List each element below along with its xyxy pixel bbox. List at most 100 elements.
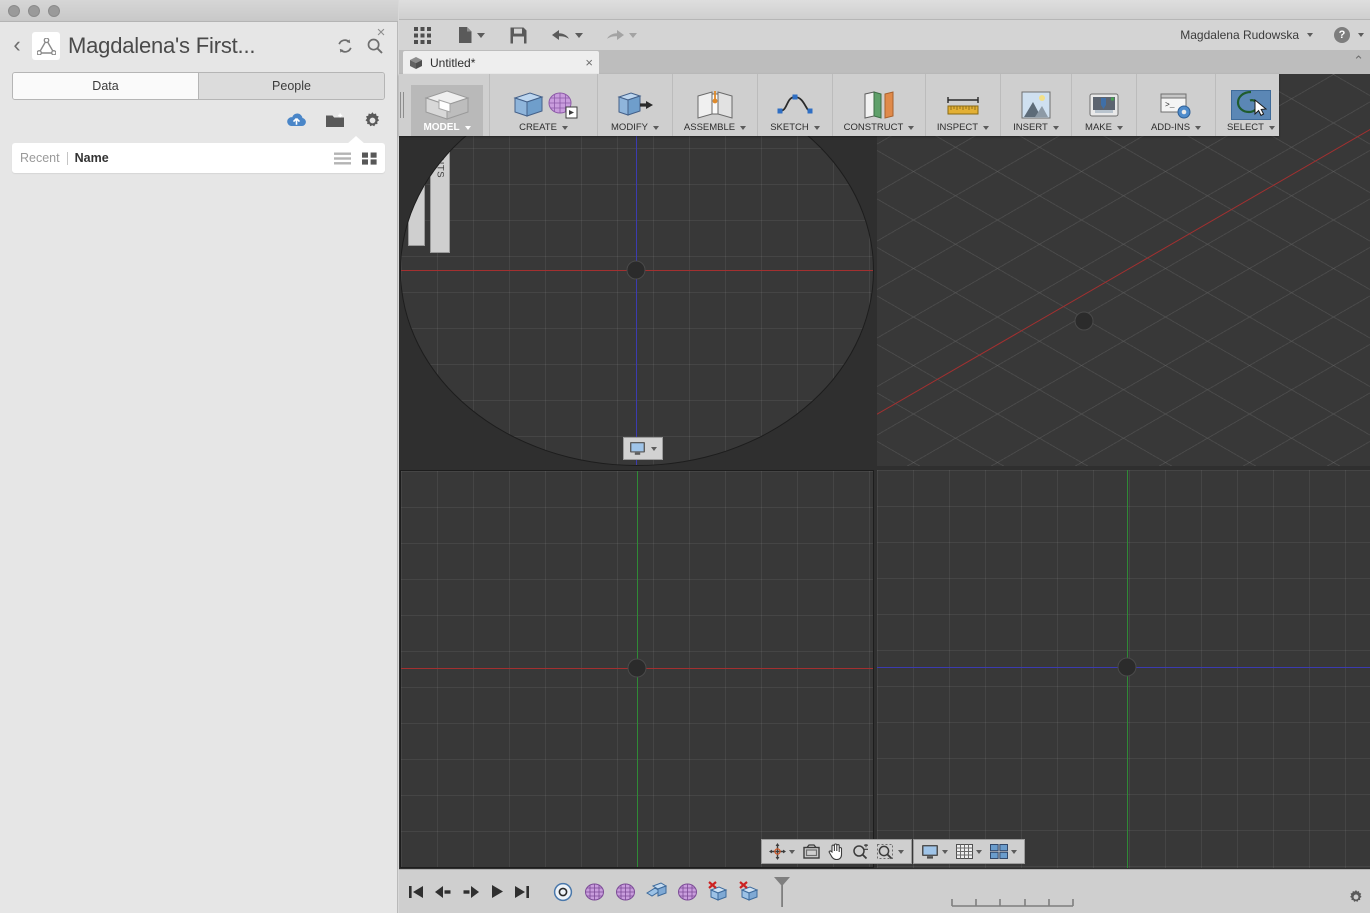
timeline-bar bbox=[399, 869, 1370, 913]
delete-body-feature-icon[interactable] bbox=[707, 881, 729, 903]
ribbon-button-make[interactable]: MAKE bbox=[1078, 85, 1130, 136]
chevron-down-icon bbox=[629, 32, 637, 38]
display-settings-icon[interactable] bbox=[918, 841, 951, 862]
chevron-down-icon bbox=[1052, 125, 1059, 130]
viewport-area: TOP ▸▸ BROWSER ▸▸ COMMENTS bbox=[399, 74, 1370, 869]
ribbon-button-select[interactable]: SELECT bbox=[1222, 85, 1280, 136]
refresh-icon[interactable] bbox=[333, 34, 357, 58]
pan-hand-icon[interactable] bbox=[825, 841, 847, 862]
grid-snaps-icon[interactable] bbox=[953, 841, 985, 862]
data-list-header: Recent Name bbox=[12, 136, 385, 173]
modify-group: MODIFY bbox=[598, 74, 673, 136]
origin-point[interactable] bbox=[1117, 657, 1137, 677]
zoom-icon[interactable] bbox=[849, 841, 872, 862]
chevron-down-icon[interactable] bbox=[1358, 33, 1364, 37]
ribbon-button-create[interactable]: CREATE bbox=[496, 85, 591, 136]
window-maximize-button[interactable] bbox=[48, 4, 60, 17]
back-button[interactable]: ‹ bbox=[8, 34, 26, 58]
skip-start-icon[interactable] bbox=[408, 885, 424, 899]
ribbon-button-construct[interactable]: CONSTRUCT bbox=[839, 85, 919, 136]
patch-feature-icon[interactable] bbox=[645, 881, 667, 903]
navigation-bar bbox=[761, 839, 912, 864]
undo-button[interactable] bbox=[547, 22, 587, 48]
step-forward-icon[interactable] bbox=[462, 885, 480, 899]
new-document-button[interactable] bbox=[454, 22, 489, 48]
sculpt-feature-icon[interactable] bbox=[676, 881, 698, 903]
breadcrumb[interactable]: Recent bbox=[20, 151, 60, 165]
user-name-label[interactable]: Magdalena Rudowska bbox=[1180, 28, 1299, 42]
origin-point[interactable] bbox=[1074, 311, 1094, 331]
delete-body-feature-icon[interactable] bbox=[738, 881, 760, 903]
ribbon-toolbar: MODEL CREATE MODIFY ASSEMBLE SKETCH CONS… bbox=[399, 74, 1279, 136]
tab-people-label: People bbox=[272, 79, 311, 93]
grid-view-icon[interactable] bbox=[362, 152, 377, 165]
timeline-settings-gear-icon[interactable] bbox=[1348, 889, 1364, 905]
origin-feature-icon[interactable] bbox=[552, 881, 574, 903]
list-view-icon[interactable] bbox=[334, 152, 351, 165]
document-tab-untitled[interactable]: Untitled* × bbox=[403, 51, 599, 74]
sculpt-feature-icon[interactable] bbox=[583, 881, 605, 903]
save-button[interactable] bbox=[506, 22, 531, 48]
look-at-icon[interactable] bbox=[800, 841, 823, 862]
modify-press-pull-icon bbox=[616, 90, 654, 120]
chevron-down-icon bbox=[561, 125, 568, 130]
ribbon-button-sketch[interactable]: SKETCH bbox=[764, 85, 826, 136]
ribbon-button-assemble[interactable]: ASSEMBLE bbox=[679, 85, 751, 136]
help-icon[interactable]: ? bbox=[1334, 27, 1350, 43]
chevron-down-icon bbox=[789, 849, 795, 854]
redo-button[interactable] bbox=[601, 22, 641, 48]
sculpt-feature-icon[interactable] bbox=[614, 881, 636, 903]
new-folder-icon[interactable] bbox=[324, 110, 345, 131]
origin-point[interactable] bbox=[627, 658, 647, 678]
viewport-right-view[interactable] bbox=[877, 470, 1370, 868]
timeline-marker-icon[interactable] bbox=[771, 876, 793, 907]
skip-end-icon[interactable] bbox=[514, 885, 530, 899]
ribbon-label-select: SELECT bbox=[1227, 122, 1264, 133]
origin-point[interactable] bbox=[626, 260, 646, 280]
chevron-down-icon[interactable] bbox=[1307, 33, 1313, 37]
user-account-area: Magdalena Rudowska ? bbox=[1180, 20, 1364, 50]
viewports-layout-icon[interactable] bbox=[987, 841, 1020, 862]
timeline-playback-controls bbox=[408, 884, 530, 899]
viewport-front-view[interactable] bbox=[400, 470, 874, 868]
viewport-display-settings[interactable] bbox=[623, 437, 663, 460]
step-back-icon[interactable] bbox=[434, 885, 452, 899]
column-header-name[interactable]: Name bbox=[75, 151, 109, 165]
data-panel-header: ‹ Magdalena's First... bbox=[0, 22, 397, 70]
data-panel-tabs: Data People bbox=[12, 72, 385, 100]
chevron-down-icon bbox=[1116, 125, 1123, 130]
upload-icon[interactable] bbox=[286, 110, 307, 131]
close-panel-button[interactable]: × bbox=[374, 25, 388, 40]
fusion-main-area: Magdalena Rudowska ? Untitled* × ⌃ BROWS… bbox=[399, 0, 1370, 913]
close-icon[interactable]: × bbox=[585, 55, 593, 70]
ribbon-button-modify[interactable]: MODIFY bbox=[604, 85, 666, 136]
ribbon-button-insert[interactable]: INSERT bbox=[1007, 85, 1065, 136]
ribbon-button-inspect[interactable]: INSPECT bbox=[932, 85, 994, 136]
construct-group: CONSTRUCT bbox=[833, 74, 926, 136]
gear-icon[interactable] bbox=[362, 110, 383, 131]
orbit-icon[interactable] bbox=[766, 841, 798, 862]
display-settings-bar bbox=[913, 839, 1025, 864]
select-group: SELECT bbox=[1216, 74, 1286, 136]
window-close-button[interactable] bbox=[8, 4, 20, 17]
workspace-label: MODEL bbox=[423, 122, 460, 133]
workspace-switcher-model[interactable]: MODEL bbox=[411, 85, 483, 136]
workspace-group: MODEL bbox=[405, 74, 490, 136]
chevron-down-icon bbox=[1011, 849, 1017, 854]
tab-data[interactable]: Data bbox=[13, 73, 198, 99]
insert-image-icon bbox=[1021, 90, 1051, 120]
construct-plane-icon bbox=[861, 90, 897, 120]
collapse-ribbon-button[interactable]: ⌃ bbox=[1353, 53, 1364, 69]
ribbon-label-modify: MODIFY bbox=[611, 122, 648, 133]
tab-people[interactable]: People bbox=[198, 73, 384, 99]
grid-apps-icon[interactable] bbox=[410, 22, 435, 48]
zoom-window-icon[interactable] bbox=[874, 841, 907, 862]
ribbon-button-addins[interactable]: >_ ADD-INS bbox=[1143, 85, 1209, 136]
window-minimize-button[interactable] bbox=[28, 4, 40, 17]
play-icon[interactable] bbox=[490, 884, 504, 899]
insert-group: INSERT bbox=[1001, 74, 1072, 136]
mac-title-bar bbox=[0, 0, 398, 22]
solid-box-icon bbox=[510, 90, 544, 120]
chevron-down-icon bbox=[983, 125, 990, 130]
tab-data-label: Data bbox=[92, 79, 119, 93]
